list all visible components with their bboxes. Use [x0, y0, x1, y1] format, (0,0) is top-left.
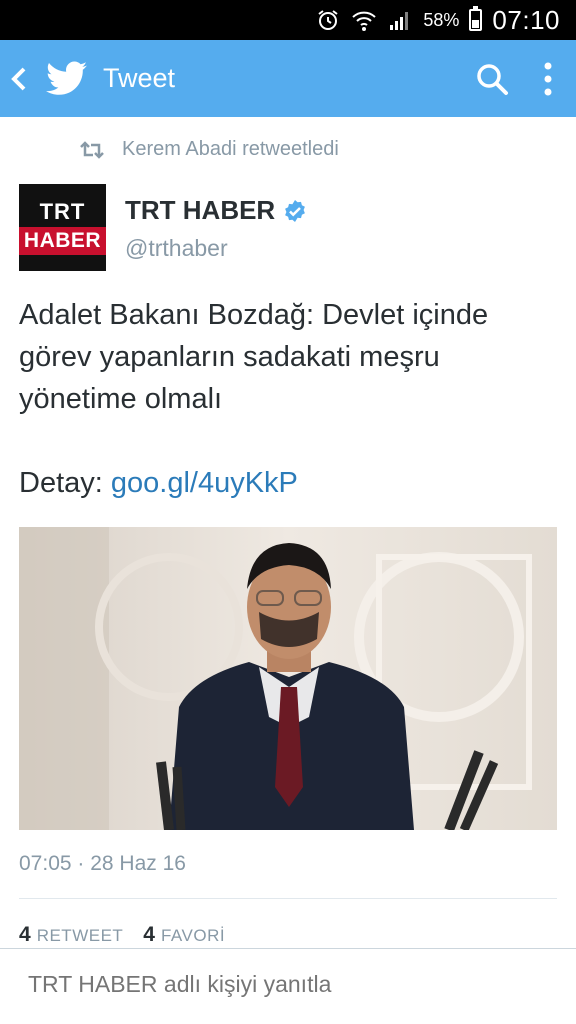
alarm-icon [315, 7, 341, 33]
retweeted-by-text: Kerem Abadi retweetledi [122, 138, 339, 160]
detail-prefix: Detay: [19, 467, 111, 499]
wifi-icon [351, 7, 377, 33]
app-bar: Tweet [0, 40, 576, 117]
tweet-link[interactable]: goo.gl/4uyKkP [111, 467, 298, 499]
tweet-timestamp: 07:05 · 28 Haz 16 [19, 852, 186, 875]
tweet-detail-line: Detay: goo.gl/4uyKkP [19, 462, 298, 504]
author-handle[interactable]: @trthaber [125, 235, 228, 262]
favorite-count[interactable]: 4 [143, 923, 155, 947]
battery-percent: 58% [423, 9, 460, 30]
tweet-photo[interactable] [19, 527, 557, 830]
avatar[interactable]: TRT HABER [19, 184, 106, 271]
retweet-icon [80, 140, 104, 159]
reply-input[interactable] [28, 971, 548, 998]
favorite-label[interactable]: FAVORİ [161, 926, 225, 946]
chevron-left-icon [11, 67, 26, 90]
tweet-stats: 4 RETWEET 4 FAVORİ [19, 923, 245, 947]
divider [19, 898, 557, 899]
author-name-text: TRT HABER [125, 195, 276, 225]
reply-bar [0, 948, 576, 1024]
signal-icon [387, 7, 413, 33]
search-button[interactable] [468, 55, 516, 103]
verified-badge-icon [283, 199, 307, 223]
author-name[interactable]: TRT HABER [125, 195, 307, 226]
more-vertical-icon [544, 62, 552, 95]
twitter-bird-icon [46, 61, 88, 97]
page-title: Tweet [103, 63, 176, 93]
tweet-text: Adalet Bakanı Bozdağ: Devlet içinde göre… [19, 299, 489, 415]
avatar-logo-line2: HABER [19, 227, 106, 255]
clock: 07:10 [492, 4, 560, 35]
avatar-logo-line1: TRT [39, 199, 86, 224]
back-button[interactable] [2, 40, 36, 117]
status-bar: 58% 07:10 [0, 0, 576, 40]
battery-icon [469, 6, 483, 31]
retweet-count[interactable]: 4 [19, 923, 31, 947]
retweet-context: Kerem Abadi retweetledi [80, 138, 339, 161]
overflow-menu-button[interactable] [536, 55, 560, 103]
search-icon [477, 63, 508, 95]
retweet-label[interactable]: RETWEET [37, 926, 124, 946]
